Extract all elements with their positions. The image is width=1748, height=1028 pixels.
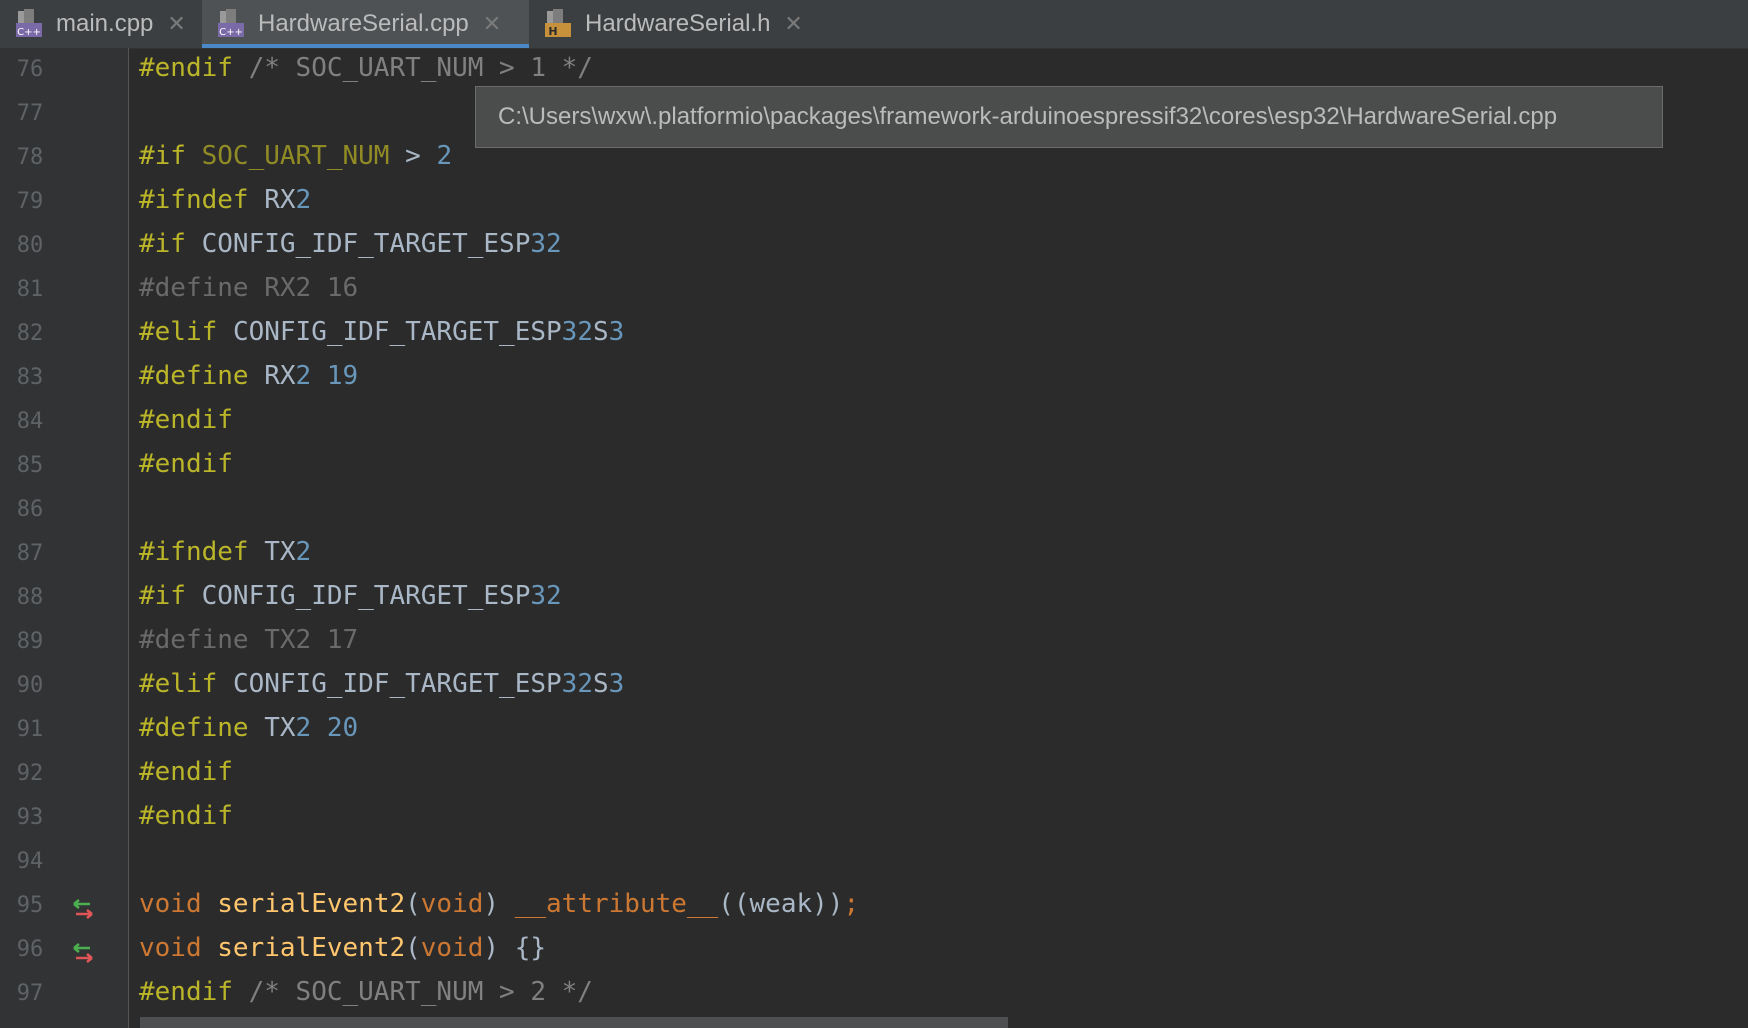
svg-text:H: H bbox=[548, 25, 557, 38]
tab-label: main.cpp bbox=[56, 10, 154, 37]
line-number: 93 bbox=[16, 805, 44, 830]
cpp-file-icon: C++ bbox=[216, 9, 244, 39]
tab-label: HardwareSerial.h bbox=[585, 10, 771, 37]
svg-text:C++: C++ bbox=[17, 27, 41, 38]
code-line[interactable]: #endif /* SOC_UART_NUM > 1 */ bbox=[139, 53, 593, 83]
navigate-declaration-icon[interactable] bbox=[70, 897, 96, 921]
tab-hardwareserial-h[interactable]: H HardwareSerial.h ✕ bbox=[529, 0, 825, 48]
line-number: 90 bbox=[16, 673, 44, 698]
code-line[interactable]: #define RX2 16 bbox=[139, 273, 358, 303]
close-icon[interactable]: ✕ bbox=[784, 11, 802, 37]
line-number: 95 bbox=[16, 893, 44, 918]
code-line[interactable]: #if CONFIG_IDF_TARGET_ESP32 bbox=[139, 581, 562, 611]
code-line[interactable]: #endif bbox=[139, 449, 233, 479]
line-number: 87 bbox=[16, 541, 44, 566]
code-line[interactable]: #define TX2 20 bbox=[139, 713, 358, 743]
code-line[interactable]: #elif CONFIG_IDF_TARGET_ESP32S3 bbox=[139, 669, 624, 699]
line-number: 79 bbox=[16, 189, 44, 214]
cpp-file-icon: C++ bbox=[14, 9, 42, 39]
line-number: 88 bbox=[16, 585, 44, 610]
file-path-tooltip: C:\Users\wxw\.platformio\packages\framew… bbox=[475, 86, 1663, 148]
code-line[interactable]: #define TX2 17 bbox=[139, 625, 358, 655]
code-line[interactable]: #if SOC_UART_NUM > 2 bbox=[139, 141, 452, 171]
line-number: 85 bbox=[16, 453, 44, 478]
code-line[interactable]: #ifndef TX2 bbox=[139, 537, 311, 567]
code-line[interactable]: #endif bbox=[139, 801, 233, 831]
code-line[interactable]: #endif bbox=[139, 405, 233, 435]
line-number: 78 bbox=[16, 145, 44, 170]
code-line[interactable]: #elif CONFIG_IDF_TARGET_ESP32S3 bbox=[139, 317, 624, 347]
line-number: 96 bbox=[16, 937, 44, 962]
code-line[interactable]: void serialEvent2(void) __attribute__((w… bbox=[139, 889, 859, 919]
line-number: 82 bbox=[16, 321, 44, 346]
line-number: 92 bbox=[16, 761, 44, 786]
line-number: 84 bbox=[16, 409, 44, 434]
line-number: 81 bbox=[16, 277, 44, 302]
line-number: 89 bbox=[16, 629, 44, 654]
close-icon[interactable]: ✕ bbox=[167, 11, 185, 37]
navigate-definition-icon[interactable] bbox=[70, 941, 96, 965]
tab-hardwareserial-cpp[interactable]: C++ HardwareSerial.cpp ✕ bbox=[202, 0, 529, 48]
line-number: 94 bbox=[16, 849, 44, 874]
tab-label: HardwareSerial.cpp bbox=[258, 10, 469, 37]
line-number: 91 bbox=[16, 717, 44, 742]
line-number: 77 bbox=[16, 101, 44, 126]
horizontal-scrollbar[interactable] bbox=[140, 1017, 1008, 1028]
code-line[interactable]: #define RX2 19 bbox=[139, 361, 358, 391]
line-number: 83 bbox=[16, 365, 44, 390]
code-line[interactable]: void serialEvent2(void) {} bbox=[139, 933, 546, 963]
line-number: 76 bbox=[16, 57, 44, 82]
code-line[interactable]: #if CONFIG_IDF_TARGET_ESP32 bbox=[139, 229, 562, 259]
header-file-icon: H bbox=[543, 9, 571, 39]
svg-text:C++: C++ bbox=[219, 27, 243, 38]
close-icon[interactable]: ✕ bbox=[483, 11, 501, 37]
code-line[interactable]: #endif /* SOC_UART_NUM > 2 */ bbox=[139, 977, 593, 1007]
line-number: 80 bbox=[16, 233, 44, 258]
tab-main-cpp[interactable]: C++ main.cpp ✕ bbox=[0, 0, 202, 48]
line-number: 97 bbox=[16, 981, 44, 1006]
code-line[interactable]: #endif bbox=[139, 757, 233, 787]
editor-tab-bar: C++ main.cpp ✕ C++ HardwareSerial.cpp ✕ … bbox=[0, 0, 1748, 49]
code-line[interactable]: #ifndef RX2 bbox=[139, 185, 311, 215]
line-number: 86 bbox=[16, 497, 44, 522]
